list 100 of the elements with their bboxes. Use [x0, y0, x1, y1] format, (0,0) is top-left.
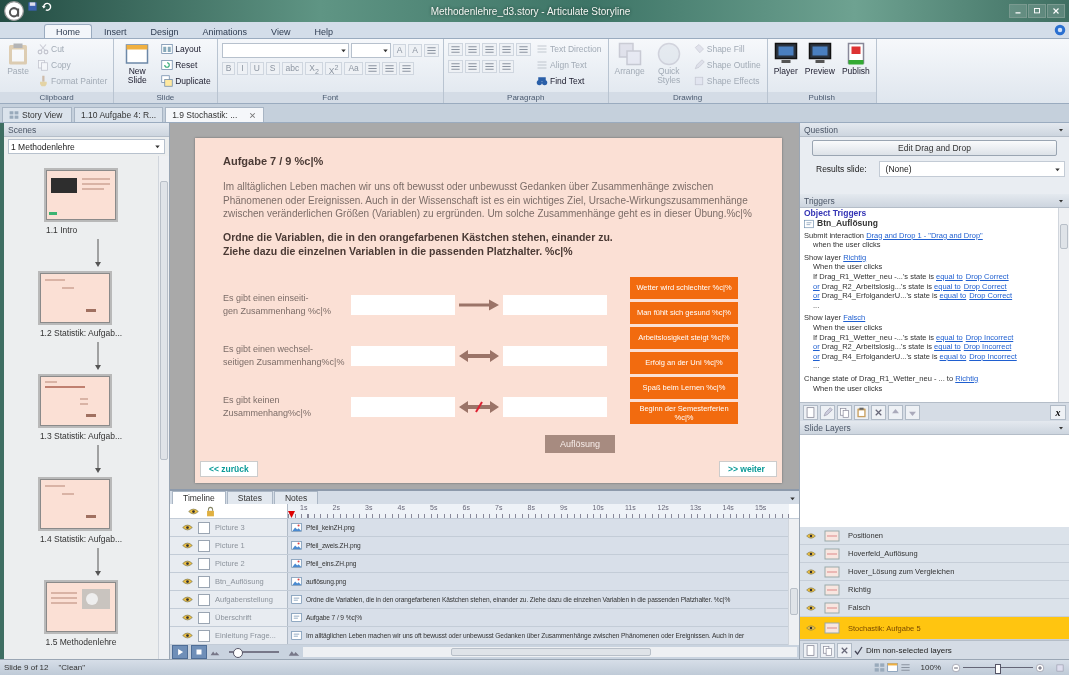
drop-target[interactable] — [503, 294, 607, 315]
pen-icon — [822, 406, 833, 418]
lock-checkbox[interactable] — [198, 593, 210, 606]
ribbon-button[interactable]: Preview — [802, 41, 837, 77]
panel-tab[interactable]: Timeline — [172, 491, 226, 505]
scrollbar[interactable] — [303, 647, 797, 657]
drop-target[interactable] — [351, 294, 455, 315]
document-tab[interactable]: 1.9 Stochastik: ... — [165, 107, 265, 122]
duplicate-layer-button[interactable] — [820, 642, 835, 658]
lock-checkbox[interactable] — [198, 629, 210, 642]
slide-icon[interactable] — [886, 662, 898, 673]
panel-tab[interactable]: States — [226, 491, 273, 505]
slide-thumbnail[interactable] — [39, 376, 110, 426]
format-button[interactable] — [424, 44, 439, 57]
drop-target[interactable] — [351, 345, 455, 366]
format-button[interactable] — [381, 62, 397, 75]
format-button[interactable] — [364, 62, 380, 75]
lines-icon — [501, 44, 512, 55]
lines-icon[interactable] — [899, 662, 911, 673]
format-button[interactable] — [465, 60, 480, 73]
lock-checkbox[interactable] — [198, 557, 210, 570]
slide-thumbnail[interactable] — [39, 273, 110, 323]
format-button[interactable] — [465, 43, 480, 56]
copy-icon — [822, 644, 833, 656]
ribbon-button[interactable]: Duplicate — [159, 73, 213, 88]
ribbon-button[interactable]: New Slide — [118, 41, 157, 86]
delete-layer-button[interactable] — [837, 642, 852, 658]
format-button[interactable] — [448, 43, 463, 56]
ribbon-tab[interactable]: View — [259, 24, 303, 38]
next-button[interactable]: >> weiter — [719, 461, 777, 477]
zoom-slider[interactable] — [963, 662, 1033, 673]
ribbon-tab[interactable]: Animations — [190, 24, 260, 38]
format-button[interactable] — [499, 43, 514, 56]
monitor-icon — [807, 42, 832, 66]
drop-target[interactable] — [503, 396, 607, 417]
variables-button[interactable]: x — [1050, 404, 1066, 420]
font-combo-field[interactable] — [350, 43, 391, 58]
zoom-slider[interactable] — [229, 647, 279, 657]
slide-thumbnail[interactable] — [39, 479, 110, 529]
lock-checkbox[interactable] — [198, 611, 210, 624]
checkbox[interactable] — [854, 645, 863, 655]
lines-icon — [484, 44, 495, 55]
ribbon-tab[interactable]: Design — [138, 24, 191, 38]
maximize-button[interactable] — [1028, 4, 1046, 18]
edit-button[interactable]: Edit Drag and Drop — [812, 140, 1057, 156]
double-arrow — [459, 349, 499, 362]
move-up-button[interactable] — [888, 404, 903, 420]
ribbon-tab[interactable]: Help — [302, 24, 345, 38]
scrollbar[interactable] — [158, 156, 169, 659]
move-down-button[interactable] — [905, 404, 920, 420]
play-button[interactable] — [172, 645, 188, 659]
ribbon-button[interactable]: Player — [771, 41, 800, 77]
slide-thumbnail[interactable] — [45, 582, 116, 632]
font-combo-field[interactable] — [221, 43, 349, 58]
results-dropdown[interactable]: (None) — [878, 161, 1065, 177]
copy-button[interactable] — [837, 404, 852, 420]
grid-icon[interactable] — [873, 662, 885, 673]
ribbon-tab[interactable]: Insert — [92, 24, 139, 38]
panel-tab[interactable]: Notes — [273, 491, 319, 505]
eye-icon — [182, 522, 193, 533]
close-button[interactable] — [1047, 4, 1065, 18]
format-button[interactable] — [482, 60, 497, 73]
new-layer-button[interactable] — [803, 642, 818, 658]
ribbon-button[interactable]: Publish — [839, 41, 872, 77]
ribbon-button[interactable]: Layout — [159, 41, 213, 56]
layer-thumbnail-icon — [824, 527, 840, 544]
format-button[interactable] — [482, 43, 497, 56]
lock-checkbox[interactable] — [198, 575, 210, 588]
drop-target[interactable] — [503, 345, 607, 366]
document-tab[interactable]: Story View — [2, 107, 72, 122]
relation-label: Es gibt keinen Zusammenhang%c|% — [223, 393, 312, 420]
format-button[interactable] — [516, 43, 531, 56]
drop-target[interactable] — [351, 396, 455, 417]
lock-checkbox[interactable] — [198, 521, 210, 534]
format-button[interactable] — [398, 62, 414, 75]
image-file-icon — [291, 540, 302, 551]
pen-icon — [692, 58, 705, 71]
ribbon-button[interactable]: Reset — [159, 57, 213, 72]
scene-dropdown[interactable]: 1 Methodenlehre — [8, 139, 165, 154]
new-trigger-button[interactable] — [803, 404, 818, 420]
edit-trigger-button[interactable] — [820, 404, 835, 420]
delete-button[interactable] — [871, 404, 886, 420]
ribbon-button[interactable]: Find Text — [534, 73, 604, 88]
scrollbar[interactable] — [788, 519, 799, 645]
panel-title: Scenes — [8, 124, 37, 135]
format-button[interactable] — [448, 60, 463, 73]
ribbon-tab[interactable]: Home — [44, 24, 92, 38]
format-button[interactable] — [499, 60, 514, 73]
lock-checkbox[interactable] — [198, 539, 210, 552]
scrollbar[interactable] — [1058, 208, 1069, 402]
minus-icon — [951, 662, 961, 673]
slide-thumbnail[interactable] — [46, 170, 116, 220]
square-icon — [692, 74, 705, 87]
back-button[interactable]: << zurück — [200, 461, 258, 477]
paste-button[interactable] — [854, 404, 869, 420]
document-tab[interactable]: 1.10 Aufgabe 4: R... — [74, 107, 164, 122]
text-box-icon — [291, 612, 302, 623]
minimize-button[interactable] — [1009, 4, 1027, 18]
lines-icon — [501, 61, 512, 72]
stop-button[interactable] — [191, 645, 207, 659]
